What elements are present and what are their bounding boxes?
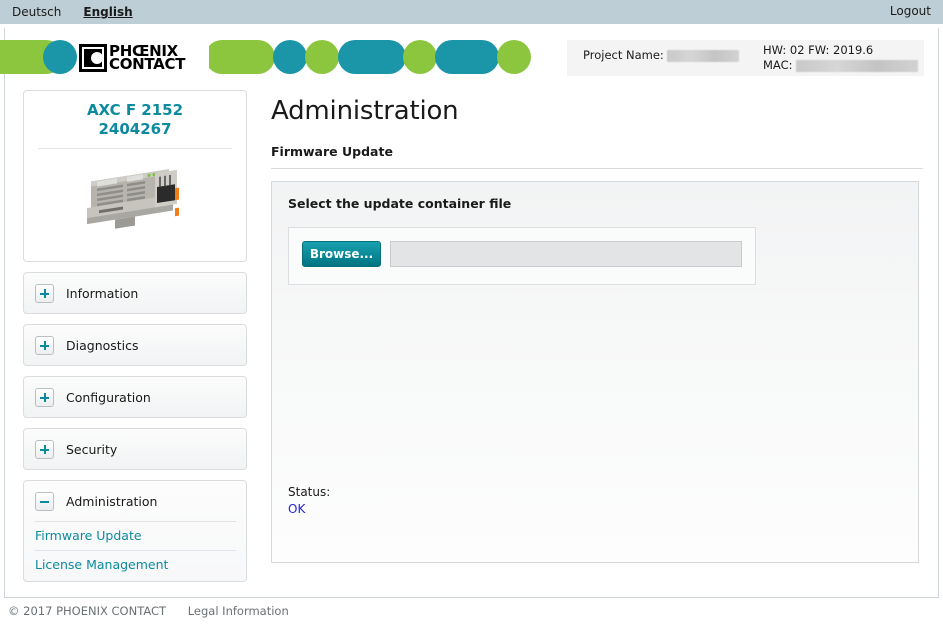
file-path-input[interactable]	[390, 241, 742, 267]
firmware-update-panel: Select the update container file Browse.…	[271, 181, 919, 563]
brand-header: PHŒNIX CONTACT Project Name: HW: 02 FW: …	[0, 28, 938, 88]
pill-teal-6	[338, 40, 406, 74]
device-title: AXC F 2152 2404267	[32, 101, 238, 139]
sidebar-item-label: Diagnostics	[66, 337, 139, 353]
mac-row: MAC:	[763, 58, 918, 73]
device-photo	[69, 155, 201, 247]
status-label: Status:	[288, 485, 331, 499]
sidebar-item-label: Configuration	[66, 389, 151, 405]
language-link-german[interactable]: Deutsch	[12, 5, 61, 19]
plus-icon	[35, 335, 54, 355]
hw-fw-text: HW: 02 FW: 2019.6	[763, 43, 874, 57]
sidebar-item-security[interactable]: Security	[23, 428, 247, 470]
project-name-label: Project Name:	[583, 48, 664, 62]
device-info-box: Project Name: HW: 02 FW: 2019.6 MAC:	[567, 40, 924, 76]
sidebar-item-label: Security	[66, 441, 118, 457]
language-link-english[interactable]: English	[83, 5, 132, 19]
sidebar-item-label: Administration	[66, 493, 158, 509]
sidebar-sublink-firmware-update[interactable]: Firmware Update	[24, 522, 246, 550]
plus-icon	[35, 439, 54, 459]
device-card: AXC F 2152 2404267	[23, 90, 247, 262]
sidebar: AXC F 2152 2404267 Information Diagnosti…	[23, 90, 247, 582]
minus-icon	[35, 491, 54, 511]
sidebar-item-diagnostics[interactable]: Diagnostics	[23, 324, 247, 366]
file-select-group: Browse...	[288, 227, 756, 285]
sidebar-item-label: Information	[66, 285, 139, 301]
pill-green-9	[497, 40, 531, 74]
pill-teal-8	[435, 40, 499, 74]
main-content: Administration Firmware Update Select th…	[271, 88, 923, 563]
section-divider	[271, 168, 923, 169]
section-title: Firmware Update	[271, 144, 393, 159]
device-order-number: 2404267	[98, 120, 172, 138]
device-name: AXC F 2152	[86, 101, 184, 119]
sidebar-item-administration-header[interactable]: Administration	[24, 481, 246, 521]
pill-green-5	[305, 40, 339, 74]
logo-line-2: CONTACT	[109, 55, 186, 73]
page-container: PHŒNIX CONTACT Project Name: HW: 02 FW: …	[0, 28, 939, 598]
panel-title: Select the update container file	[288, 196, 512, 211]
browse-button[interactable]: Browse...	[302, 241, 381, 267]
page-title: Administration	[271, 96, 459, 126]
logout-link[interactable]: Logout	[890, 4, 931, 18]
phoenix-contact-logo: PHŒNIX CONTACT	[79, 38, 209, 78]
hw-fw-mac-rows: HW: 02 FW: 2019.6 MAC:	[763, 43, 918, 73]
footer: © 2017 PHOENIX CONTACT Legal Information	[4, 604, 939, 618]
project-name-value-redacted	[666, 49, 739, 62]
pill-teal-2	[43, 40, 77, 74]
phoenix-logo-mark-icon	[79, 44, 107, 72]
body-area: AXC F 2152 2404267 Information Diagnosti…	[5, 88, 938, 596]
mac-label: MAC:	[763, 58, 793, 72]
plus-icon	[35, 283, 54, 303]
plus-icon	[35, 387, 54, 407]
device-card-divider	[38, 148, 232, 149]
sidebar-item-information[interactable]: Information	[23, 272, 247, 314]
language-bar: Deutsch English Logout	[0, 0, 943, 24]
sidebar-sublink-license-management[interactable]: License Management	[24, 551, 246, 579]
phoenix-logo-wordmark: PHŒNIX CONTACT	[109, 44, 186, 73]
copyright-text: © 2017 PHOENIX CONTACT	[8, 604, 167, 618]
project-name-row: Project Name:	[583, 48, 739, 62]
mac-value-redacted	[795, 59, 918, 72]
pill-teal-4	[273, 40, 307, 74]
legal-information-link[interactable]: Legal Information	[188, 604, 289, 618]
sidebar-item-administration[interactable]: Administration Firmware Update License M…	[23, 480, 247, 582]
status-value: OK	[288, 502, 306, 516]
pill-green-3	[205, 40, 275, 74]
pill-green-7	[403, 40, 437, 74]
sidebar-item-configuration[interactable]: Configuration	[23, 376, 247, 418]
